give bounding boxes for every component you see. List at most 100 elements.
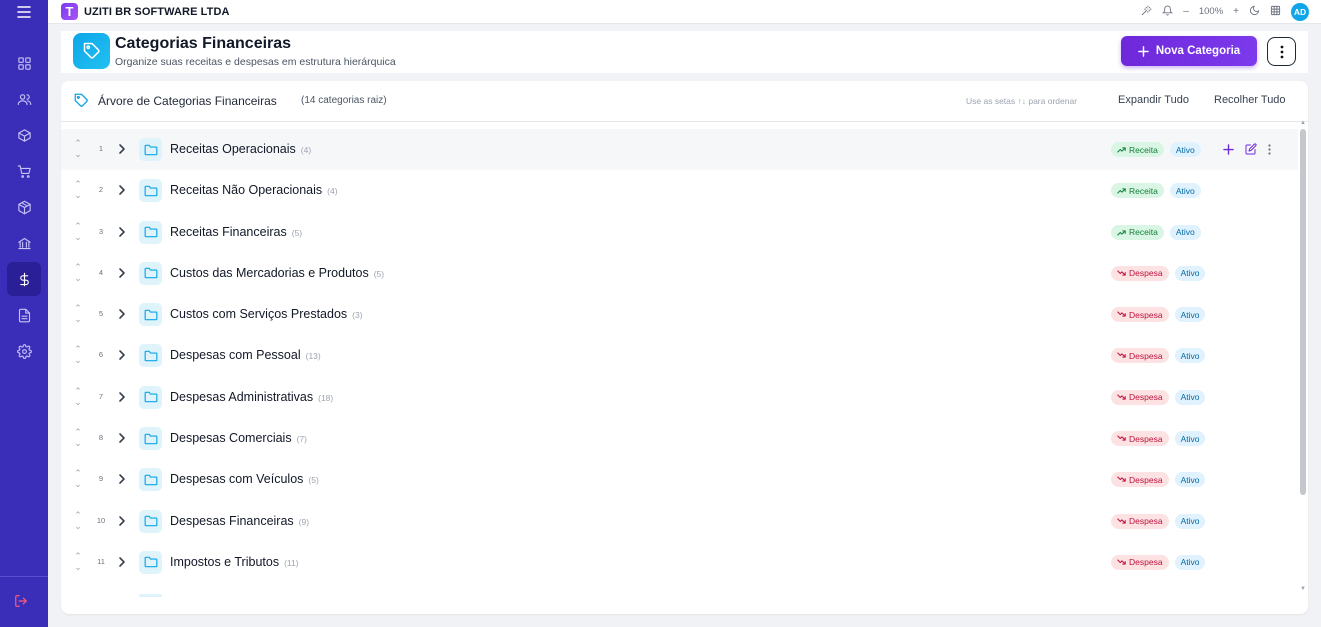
expand-chevron-icon[interactable] — [118, 514, 126, 532]
move-up-icon[interactable]: ⌃ — [72, 386, 84, 397]
tree-row[interactable]: ⌃ ⌄ 5 Custos com Serviços Prestados (3) Despe… — [61, 294, 1298, 335]
category-name[interactable]: Receitas Não Operacionais (4) — [170, 183, 338, 197]
expand-all-button[interactable]: Expandir Tudo — [1118, 94, 1189, 106]
status-badge: Ativo — [1174, 307, 1206, 323]
collapse-all-button[interactable]: Recolher Tudo — [1214, 94, 1286, 106]
zoom-in-button[interactable]: + — [1233, 6, 1239, 17]
expand-chevron-icon[interactable] — [118, 142, 126, 160]
category-name[interactable]: Despesas Financeiras (9) — [170, 514, 309, 528]
sidebar-item-document[interactable] — [7, 298, 41, 332]
sidebar-item-dashboard[interactable] — [7, 46, 41, 80]
category-name[interactable]: Despesas com Pessoal (13) — [170, 348, 321, 362]
magic-wand-icon[interactable] — [1141, 4, 1152, 19]
avatar[interactable]: AD — [1291, 2, 1309, 21]
move-up-icon[interactable]: ⌃ — [72, 262, 84, 273]
move-up-icon[interactable]: ⌃ — [72, 468, 84, 479]
plus-icon — [1223, 144, 1234, 155]
category-label: Despesas com Pessoal — [170, 348, 301, 363]
type-badge: Despesa — [1111, 265, 1169, 281]
move-up-icon[interactable]: ⌃ — [72, 551, 84, 562]
category-name[interactable]: Impostos e Tributos (11) — [170, 555, 299, 569]
expand-chevron-icon[interactable] — [118, 183, 126, 201]
category-name[interactable]: Custos das Mercadorias e Produtos (5) — [170, 266, 384, 280]
move-down-icon[interactable]: ⌄ — [72, 232, 84, 243]
expand-chevron-icon[interactable] — [118, 555, 126, 573]
move-down-icon[interactable]: ⌄ — [72, 149, 84, 160]
move-down-icon[interactable]: ⌄ — [72, 190, 84, 201]
zoom-out-button[interactable]: – — [1183, 6, 1189, 17]
menu-toggle-button[interactable] — [0, 0, 48, 24]
grid-icon[interactable] — [1270, 5, 1281, 19]
tree-row[interactable]: ⌃ ⌄ 9 Despesas com Veículos (5) Despesa Ativo — [61, 459, 1298, 500]
move-down-icon[interactable]: ⌄ — [72, 355, 84, 366]
expand-chevron-icon[interactable] — [118, 348, 126, 366]
type-badge: Despesa — [1111, 513, 1169, 529]
move-down-icon[interactable]: ⌄ — [72, 397, 84, 408]
tree-row[interactable]: ⌃ ⌄ 8 Despesas Comerciais (7) Despesa Ativo — [61, 418, 1298, 459]
expand-chevron-icon[interactable] — [118, 431, 126, 449]
expand-chevron-icon[interactable] — [118, 307, 126, 325]
category-name[interactable]: Receitas Financeiras (5) — [170, 225, 302, 239]
reorder-controls: ⌃ ⌄ — [72, 221, 84, 245]
expand-chevron-icon[interactable] — [118, 266, 126, 284]
tree-row[interactable]: ⌃ ⌄ 10 Despesas Financeiras (9) Despesa Ativo — [61, 501, 1298, 542]
move-down-icon[interactable]: ⌄ — [72, 438, 84, 449]
category-name[interactable]: Receitas Operacionais (4) — [170, 142, 311, 156]
move-up-icon[interactable]: ⌃ — [72, 179, 84, 190]
tree-row[interactable]: ⌃ ⌄ 3 Receitas Financeiras (5) Receita Ativo — [61, 212, 1298, 253]
move-down-icon[interactable]: ⌄ — [72, 314, 84, 325]
category-name[interactable]: Despesas Administrativas (18) — [170, 390, 333, 404]
folder-icon — [139, 179, 162, 203]
row-number: 7 — [98, 391, 104, 401]
category-name[interactable]: Custos com Serviços Prestados (3) — [170, 307, 363, 321]
move-up-icon[interactable]: ⌃ — [72, 303, 84, 314]
category-name[interactable]: Despesas Comerciais (7) — [170, 431, 307, 445]
sidebar-item-package[interactable] — [7, 190, 41, 224]
logout-button[interactable] — [14, 594, 28, 613]
edit-button[interactable] — [1245, 142, 1257, 160]
new-category-button[interactable]: Nova Categoria — [1121, 36, 1257, 66]
move-up-icon[interactable]: ⌃ — [72, 221, 84, 232]
sidebar-item-bank[interactable] — [7, 226, 41, 260]
category-label: Receitas Não Operacionais — [170, 183, 323, 198]
tree-row[interactable]: ⌃ ⌄ 4 Custos das Mercadorias e Produtos (5) D… — [61, 253, 1298, 294]
sidebar-item-users[interactable] — [7, 82, 41, 116]
sidebar-item-cart[interactable] — [7, 154, 41, 188]
moon-icon[interactable] — [1249, 5, 1260, 19]
type-label: Despesa — [1129, 433, 1163, 444]
sidebar-item-dollar[interactable] — [7, 262, 41, 296]
tree-row[interactable]: ⌃ ⌄ 1 Receitas Operacionais (4) Receita Ativo — [61, 129, 1298, 171]
row-number: 10 — [96, 515, 106, 525]
row-menu-button[interactable] — [1268, 142, 1271, 160]
expand-chevron-icon[interactable] — [118, 472, 126, 490]
expand-chevron-icon[interactable] — [118, 225, 126, 243]
move-up-icon[interactable]: ⌃ — [72, 138, 84, 149]
move-up-icon[interactable]: ⌃ — [72, 510, 84, 521]
scrollbar[interactable]: ▲ ▼ — [1300, 120, 1306, 598]
move-down-icon[interactable]: ⌄ — [72, 479, 84, 490]
tree-row[interactable]: ⌃ ⌄ 7 Despesas Administrativas (18) Despesa At… — [61, 377, 1298, 418]
tree-row[interactable]: ⌃ ⌄ 11 Impostos e Tributos (11) Despesa Ativo — [61, 542, 1298, 583]
move-down-icon[interactable]: ⌄ — [72, 521, 84, 532]
add-subcategory-button[interactable] — [1223, 142, 1234, 160]
bell-icon[interactable] — [1162, 5, 1174, 19]
category-label: Impostos e Tributos — [170, 554, 280, 569]
sidebar-item-settings[interactable] — [7, 334, 41, 368]
brand-logo: T — [61, 3, 78, 20]
tree-row[interactable]: ⌃ ⌄ 6 Despesas com Pessoal (13) Despesa Ativo — [61, 335, 1298, 376]
move-down-icon[interactable]: ⌄ — [72, 562, 84, 573]
move-up-icon[interactable]: ⌃ — [72, 344, 84, 355]
type-label: Receita — [1129, 185, 1158, 196]
more-options-button[interactable] — [1267, 37, 1296, 66]
move-up-icon[interactable]: ⌃ — [72, 427, 84, 438]
scrollbar-thumb[interactable] — [1300, 129, 1306, 495]
row-number: 8 — [98, 433, 104, 443]
sidebar-item-box[interactable] — [7, 118, 41, 152]
category-label: Custos com Serviços Prestados — [170, 307, 348, 322]
expand-chevron-icon[interactable] — [118, 390, 126, 408]
category-name[interactable]: Despesas com Veículos (5) — [170, 472, 319, 486]
type-badge: Receita — [1111, 224, 1164, 240]
move-down-icon[interactable]: ⌄ — [72, 273, 84, 284]
tree-row[interactable]: ⌃ ⌄ 2 Receitas Não Operacionais (4) Receita At… — [61, 170, 1298, 211]
new-category-label: Nova Categoria — [1155, 45, 1241, 57]
